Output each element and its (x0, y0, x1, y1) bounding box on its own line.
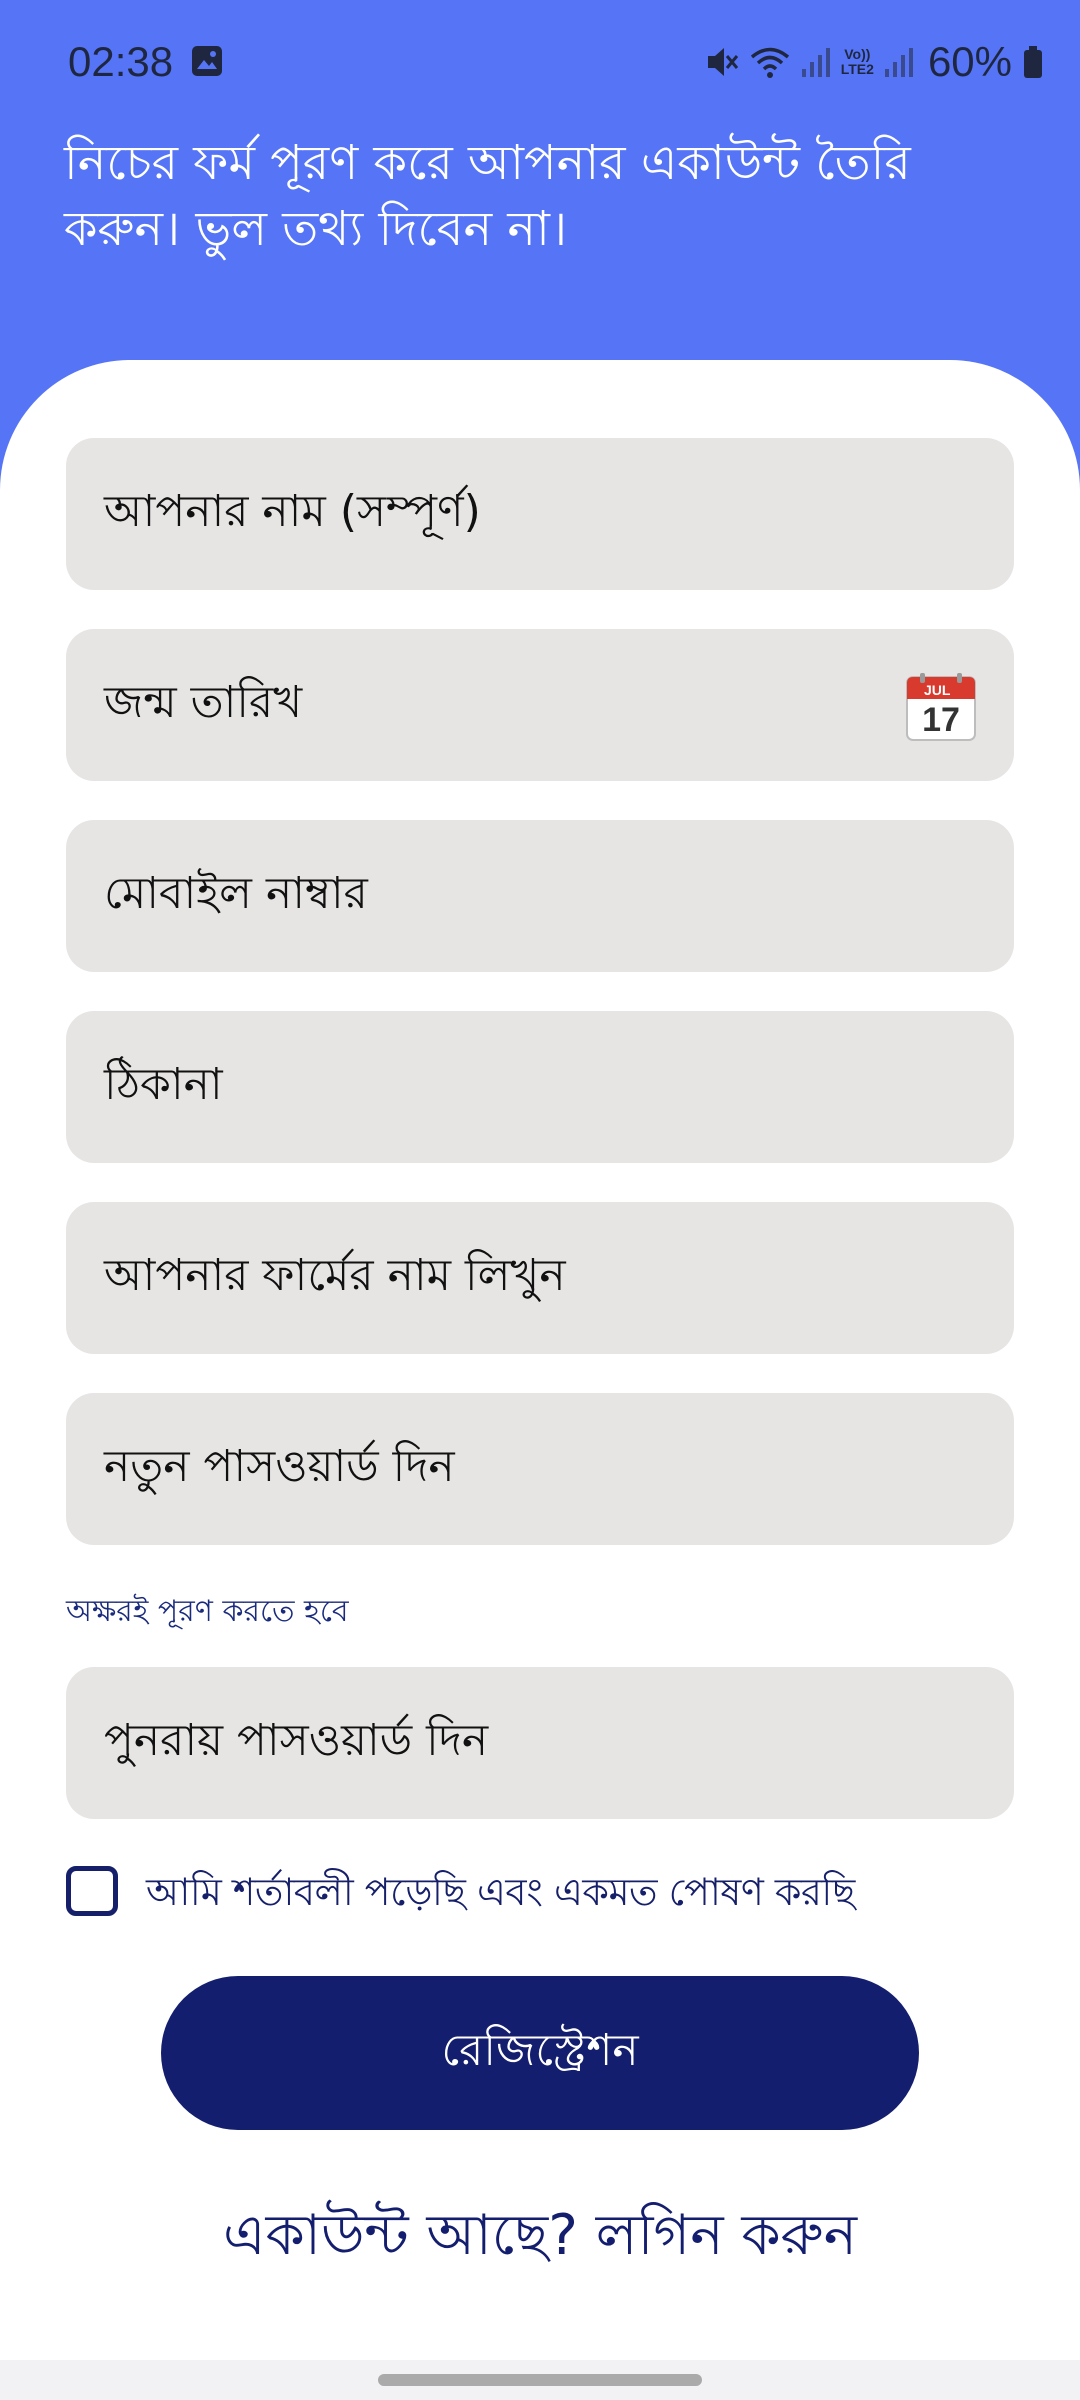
full-name-input[interactable]: আপনার নাম (সম্পূর্ণ) (66, 438, 1014, 590)
volte-lte-icon: Vo)) LTE2 (841, 47, 874, 77)
terms-checkbox[interactable] (66, 1866, 118, 1916)
password-hint: অক্ষরই পূরণ করতে হবে (66, 1594, 349, 1629)
login-link[interactable]: একাউন্ট আছে? লগিন করুন (0, 2196, 1080, 2276)
birth-date-input[interactable]: জন্ম তারিখ JUL 17 (66, 629, 1014, 781)
terms-label[interactable]: আমি শর্তাবলী পড়েছি এবং একমত পোষণ করছি (146, 1866, 855, 1918)
address-input[interactable]: ঠিকানা (66, 1011, 1014, 1163)
farm-name-placeholder: আপনার ফার্মের নাম লিখুন (104, 1249, 566, 1301)
calendar-month: JUL (924, 682, 951, 698)
lte-label: LTE2 (840, 61, 874, 77)
new-password-placeholder: নতুন পাসওয়ার্ড দিন (104, 1440, 455, 1492)
calendar-icon[interactable]: JUL 17 (906, 673, 976, 741)
mobile-number-input[interactable]: মোবাইল নাম্বার (66, 820, 1014, 972)
address-placeholder: ঠিকানা (104, 1058, 223, 1110)
signal-icon (801, 45, 831, 79)
signal-icon (884, 45, 914, 79)
farm-name-input[interactable]: আপনার ফার্মের নাম লিখুন (66, 1202, 1014, 1354)
home-indicator[interactable] (378, 2374, 702, 2386)
volte-label: Vo)) (844, 46, 871, 62)
calendar-day: 17 (922, 701, 960, 739)
status-icons: Vo)) LTE2 60% (705, 34, 1044, 90)
status-bar: 02:38 Vo)) LTE2 60% (0, 0, 1080, 124)
wifi-icon (749, 44, 791, 80)
header-instruction: নিচের ফর্ম পূরণ করে আপনার একাউন্ট তৈরি ক… (64, 135, 911, 257)
new-password-input[interactable]: নতুন পাসওয়ার্ড দিন (66, 1393, 1014, 1545)
status-time: 02:38 (68, 38, 174, 85)
confirm-password-placeholder: পুনরায় পাসওয়ার্ড দিন (104, 1714, 489, 1766)
confirm-password-input[interactable]: পুনরায় পাসওয়ার্ড দিন (66, 1667, 1014, 1819)
full-name-placeholder: আপনার নাম (সম্পূর্ণ) (104, 485, 481, 537)
mute-icon (705, 44, 739, 80)
birth-date-placeholder: জন্ম তারিখ (104, 676, 303, 728)
gallery-icon (190, 44, 224, 78)
battery-icon (1022, 44, 1044, 80)
register-button[interactable]: রেজিস্ট্রেশন (161, 1976, 919, 2130)
battery-percent: 60% (927, 38, 1012, 85)
mobile-number-placeholder: মোবাইল নাম্বার (104, 867, 368, 919)
